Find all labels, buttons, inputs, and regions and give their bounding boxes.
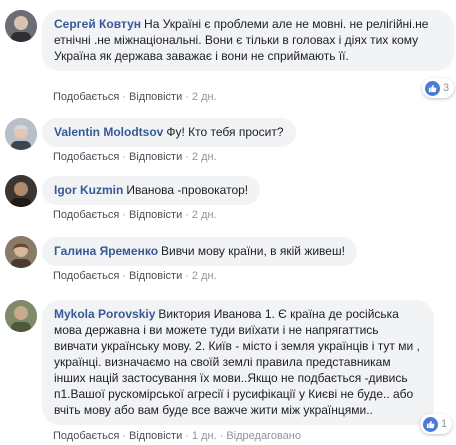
edited-label[interactable]: Відредаговано	[226, 430, 301, 442]
comment-author[interactable]: Сергей Ковтун	[54, 17, 141, 31]
comment-actions: Подобається · Відповісти · 2 дн.	[53, 208, 217, 222]
comment-text: Иванова -провокатор!	[126, 183, 249, 197]
separator: ·	[122, 430, 126, 442]
timestamp[interactable]: 2 дн.	[192, 151, 217, 163]
comment-text: Виктория Иванова 1. Є країна де російськ…	[54, 307, 420, 417]
comment-author[interactable]: Mykola Porovskiy	[54, 307, 155, 321]
reply-link[interactable]: Відповісти	[129, 151, 182, 163]
avatar[interactable]	[5, 236, 37, 268]
like-link[interactable]: Подобається	[53, 209, 119, 221]
timestamp[interactable]: 1 дн.	[192, 430, 217, 442]
timestamp[interactable]: 2 дн.	[192, 270, 217, 282]
separator: ·	[122, 91, 126, 103]
avatar[interactable]	[5, 118, 37, 150]
like-link[interactable]: Подобається	[53, 91, 119, 103]
like-link[interactable]: Подобається	[53, 430, 119, 442]
avatar[interactable]	[5, 10, 37, 42]
reply-link[interactable]: Відповісти	[129, 430, 182, 442]
comment-item: Галина Яременко Вивчи мову країни, в якій…	[0, 228, 456, 288]
timestamp[interactable]: 2 дн.	[192, 91, 217, 103]
like-icon	[423, 416, 438, 432]
comment-text: Фу! Кто тебя просит?	[166, 125, 284, 139]
comment-bubble: Mykola Porovskiy Виктория Иванова 1. Є кр…	[42, 300, 434, 425]
like-link[interactable]: Подобається	[53, 270, 119, 282]
comment-bubble: Igor Kuzmin Иванова -провокатор!	[42, 176, 261, 205]
reply-link[interactable]: Відповісти	[129, 91, 182, 103]
reply-link[interactable]: Відповісти	[129, 209, 182, 221]
reply-link[interactable]: Відповісти	[129, 270, 182, 282]
comment-author[interactable]: Valentin Molodtsov	[54, 125, 163, 139]
comment-actions: Подобається · Відповісти · 2 дн.	[53, 150, 217, 164]
separator: ·	[185, 270, 189, 282]
comment-item: Valentin Molodtsov Фу! Кто тебя просит? П…	[0, 110, 456, 170]
comment-bubble: Галина Яременко Вивчи мову країни, в якій…	[42, 237, 357, 266]
comment-author[interactable]: Igor Kuzmin	[54, 183, 123, 197]
comment-bubble: Valentin Molodtsov Фу! Кто тебя просит?	[42, 118, 296, 147]
separator: ·	[185, 209, 189, 221]
separator: ·	[185, 91, 189, 103]
like-icon	[425, 80, 440, 96]
reaction-count-badge[interactable]: 1	[420, 414, 453, 434]
comment-text: Вивчи мову країни, в якій живеш!	[161, 244, 345, 258]
separator: ·	[122, 270, 126, 282]
separator: ·	[185, 430, 189, 442]
separator: ·	[122, 209, 126, 221]
comment-actions: Подобається · Відповісти · 1 дн. · Відредагова…	[53, 429, 301, 443]
comment-actions: Подобається · Відповісти · 2 дн.	[53, 90, 217, 104]
separator: ·	[122, 151, 126, 163]
avatar[interactable]	[5, 300, 37, 332]
comment-actions: Подобається · Відповісти · 2 дн.	[53, 269, 217, 283]
reaction-count: 3	[443, 82, 450, 94]
comment-author[interactable]: Галина Яременко	[54, 244, 158, 258]
like-link[interactable]: Подобається	[53, 151, 119, 163]
comment-item: Сергей Ковтун На Україні є проблеми але н…	[0, 0, 456, 105]
reaction-count-badge[interactable]: 3	[422, 78, 455, 98]
reaction-count: 1	[441, 418, 448, 430]
comment-item: Mykola Porovskiy Виктория Иванова 1. Є кр…	[0, 292, 456, 445]
separator: ·	[185, 151, 189, 163]
comment-item: Igor Kuzmin Иванова -провокатор! Подобаєт…	[0, 170, 456, 225]
separator: ·	[219, 430, 224, 442]
timestamp[interactable]: 2 дн.	[192, 209, 217, 221]
avatar[interactable]	[5, 175, 37, 207]
comment-bubble: Сергей Ковтун На Україні є проблеми але н…	[42, 10, 454, 71]
